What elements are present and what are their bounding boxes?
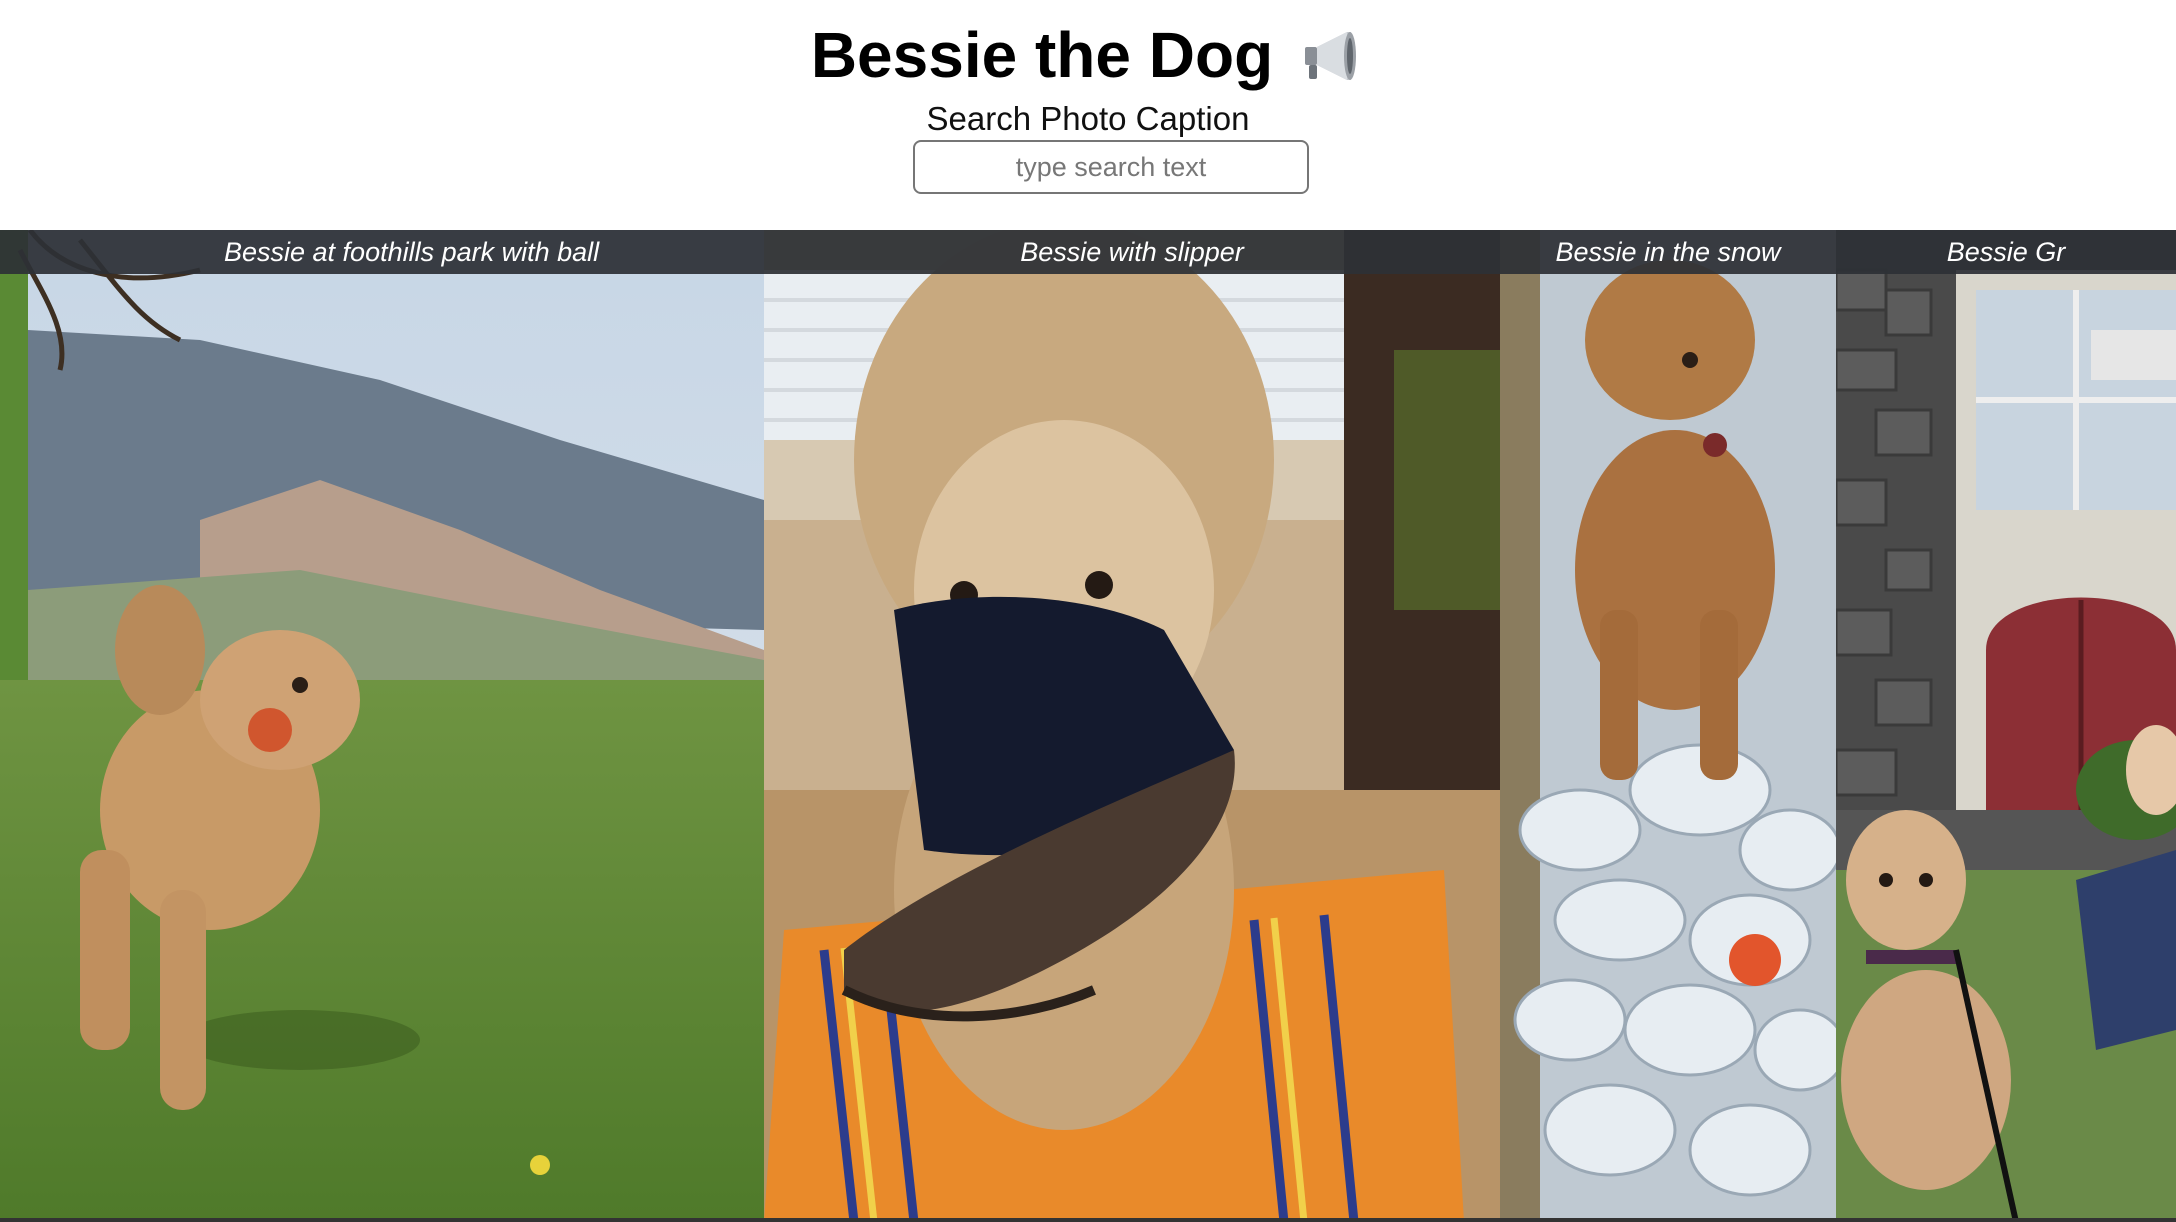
photo-card[interactable]: Bessie Gr <box>1836 230 2176 1222</box>
page-title: Bessie the Dog <box>810 19 1274 91</box>
megaphone-icon <box>1295 20 1365 90</box>
search-label: Search Photo Caption <box>926 100 1250 137</box>
photo-caption: Bessie in the snow <box>1500 230 1836 274</box>
photo-card[interactable]: Bessie in the snow <box>1500 230 1836 1222</box>
title-row: Bessie the Dog <box>0 12 2176 98</box>
photo-gallery[interactable]: Bessie at foothills park with ball Bessi… <box>0 230 2176 1222</box>
photo-church-image <box>1836 230 2176 1222</box>
photo-caption: Bessie at foothills park with ball <box>0 230 764 274</box>
page: Bessie the Dog Search Photo Caption type… <box>0 0 2176 1222</box>
page-header: Bessie the Dog Search Photo Caption <box>0 0 2176 230</box>
bottom-edge <box>0 1218 2176 1222</box>
photo-card[interactable]: Bessie at foothills park with ball <box>0 230 764 1222</box>
search-input[interactable] <box>913 140 1309 194</box>
photo-snow-image <box>1500 230 1836 1222</box>
photo-slipper-image <box>764 230 1500 1222</box>
photo-foothills-image <box>0 230 764 1222</box>
photo-card[interactable]: Bessie with slipper <box>764 230 1500 1222</box>
photo-caption: Bessie with slipper <box>764 230 1500 274</box>
photo-caption: Bessie Gr <box>1836 230 2176 274</box>
